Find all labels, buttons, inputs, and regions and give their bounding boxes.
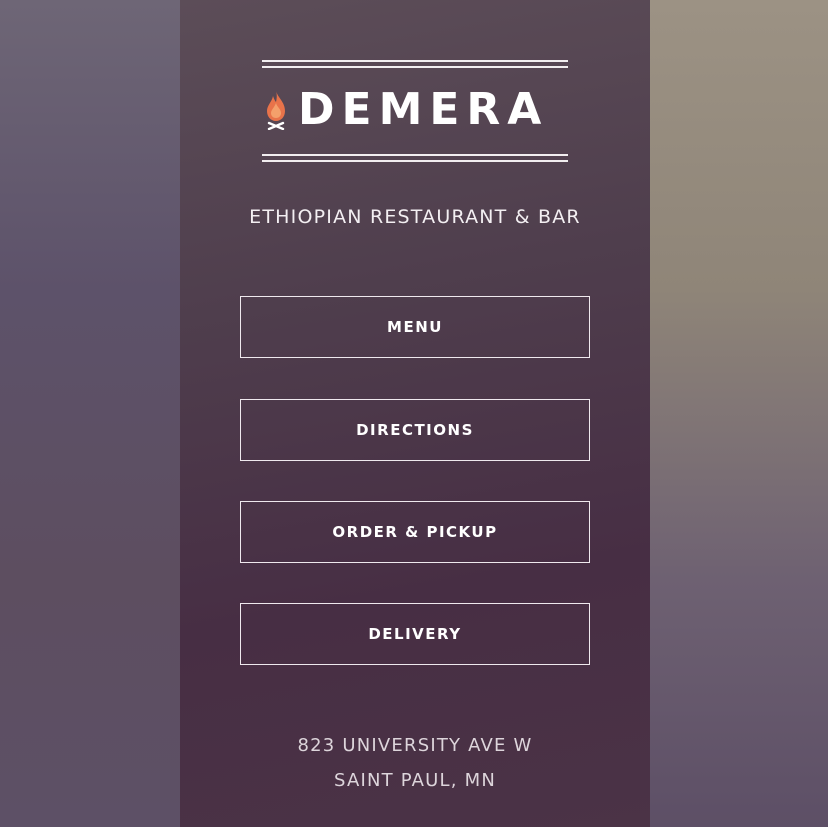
logo-rule-bottom-1 [262,154,568,156]
delivery-button-label: DELIVERY [368,625,462,643]
menu-button[interactable]: MENU [240,296,590,358]
main-panel: DEMERA ETHIOPIAN RESTAURANT & BAR MENU D… [180,0,650,827]
address-city: SAINT PAUL, MN [333,770,497,791]
logo-rule-top-1 [262,60,568,62]
order-pickup-button[interactable]: ORDER & PICKUP [240,501,590,563]
directions-button-label: DIRECTIONS [356,421,474,439]
flame-icon [267,91,285,130]
logo-rule-bottom-2 [262,160,568,162]
background-right [650,0,828,827]
logo[interactable]: DEMERA [262,58,568,162]
directions-button[interactable]: DIRECTIONS [240,399,590,461]
logo-rule-top-2 [262,66,568,68]
order-pickup-button-label: ORDER & PICKUP [332,523,498,541]
background-left [0,0,180,827]
tagline: ETHIOPIAN RESTAURANT & BAR [249,206,581,228]
brand-wordmark: DEMERA [298,84,549,135]
address-street: 823 UNIVERSITY AVE W [297,735,533,756]
menu-button-label: MENU [387,318,443,336]
address: 823 UNIVERSITY AVE W SAINT PAUL, MN [180,728,650,798]
delivery-button[interactable]: DELIVERY [240,603,590,665]
